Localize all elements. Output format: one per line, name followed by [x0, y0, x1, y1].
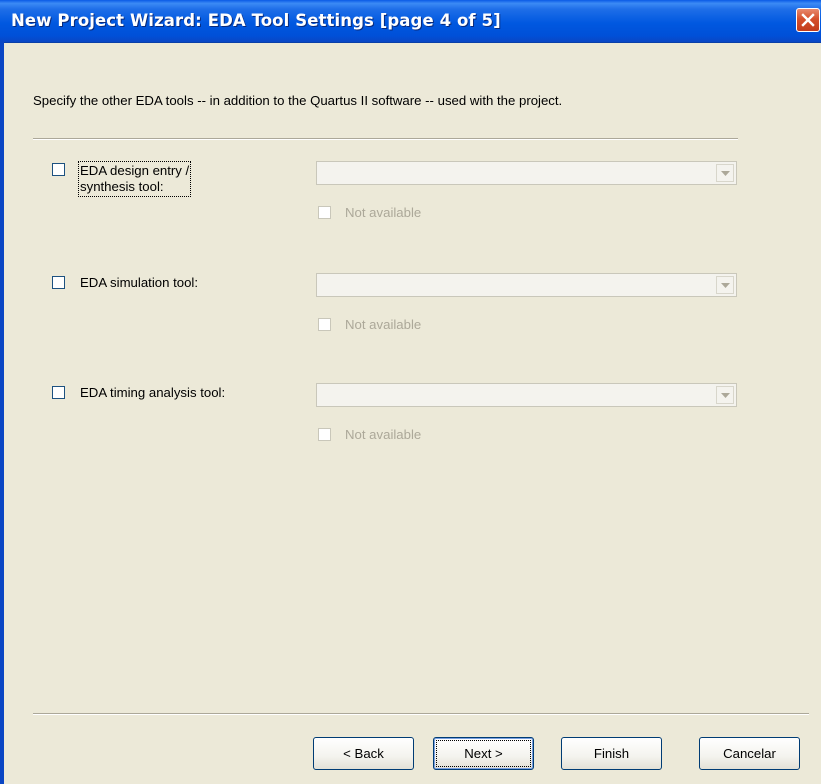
design-entry-not-available-checkbox[interactable] [318, 206, 331, 219]
close-icon [801, 13, 815, 27]
design-entry-label-line1: EDA design entry / [80, 163, 190, 178]
chevron-down-icon [721, 393, 730, 398]
timing-analysis-not-available-label: Not available [345, 427, 422, 442]
back-button[interactable]: < Back [313, 737, 414, 770]
design-entry-tool-dropdown[interactable] [316, 161, 737, 185]
simulation-not-available-checkbox[interactable] [318, 318, 331, 331]
wizard-window: New Project Wizard: EDA Tool Settings [p… [0, 0, 821, 784]
focus-rectangle [436, 740, 531, 767]
design-entry-label: EDA design entry / synthesis tool: [77, 161, 192, 197]
simulation-tool-dropdown[interactable] [316, 273, 737, 297]
close-button[interactable] [796, 8, 820, 32]
top-divider [33, 138, 738, 140]
chevron-down-icon [721, 171, 730, 176]
simulation-checkbox[interactable] [52, 276, 65, 289]
design-entry-label-line2: synthesis tool: [80, 179, 164, 194]
timing-analysis-checkbox[interactable] [52, 386, 65, 399]
cancel-button[interactable]: Cancelar [699, 737, 800, 770]
design-entry-checkbox[interactable] [52, 163, 65, 176]
design-entry-not-available-label: Not available [345, 205, 422, 220]
window-border [0, 42, 4, 784]
timing-analysis-dropdown-arrow[interactable] [716, 386, 734, 404]
title-bar[interactable]: New Project Wizard: EDA Tool Settings [p… [0, 0, 821, 43]
simulation-label: EDA simulation tool: [80, 275, 199, 290]
simulation-dropdown-arrow[interactable] [716, 276, 734, 294]
design-entry-dropdown-arrow[interactable] [716, 164, 734, 182]
finish-button[interactable]: Finish [561, 737, 662, 770]
timing-analysis-tool-dropdown[interactable] [316, 383, 737, 407]
bottom-divider [33, 713, 809, 715]
simulation-not-available-label: Not available [345, 317, 422, 332]
chevron-down-icon [721, 283, 730, 288]
timing-analysis-not-available-checkbox[interactable] [318, 428, 331, 441]
next-button[interactable]: Next > [433, 737, 534, 770]
page-description: Specify the other EDA tools -- in additi… [33, 93, 563, 108]
window-title: New Project Wizard: EDA Tool Settings [p… [11, 11, 501, 30]
timing-analysis-label: EDA timing analysis tool: [80, 385, 226, 400]
